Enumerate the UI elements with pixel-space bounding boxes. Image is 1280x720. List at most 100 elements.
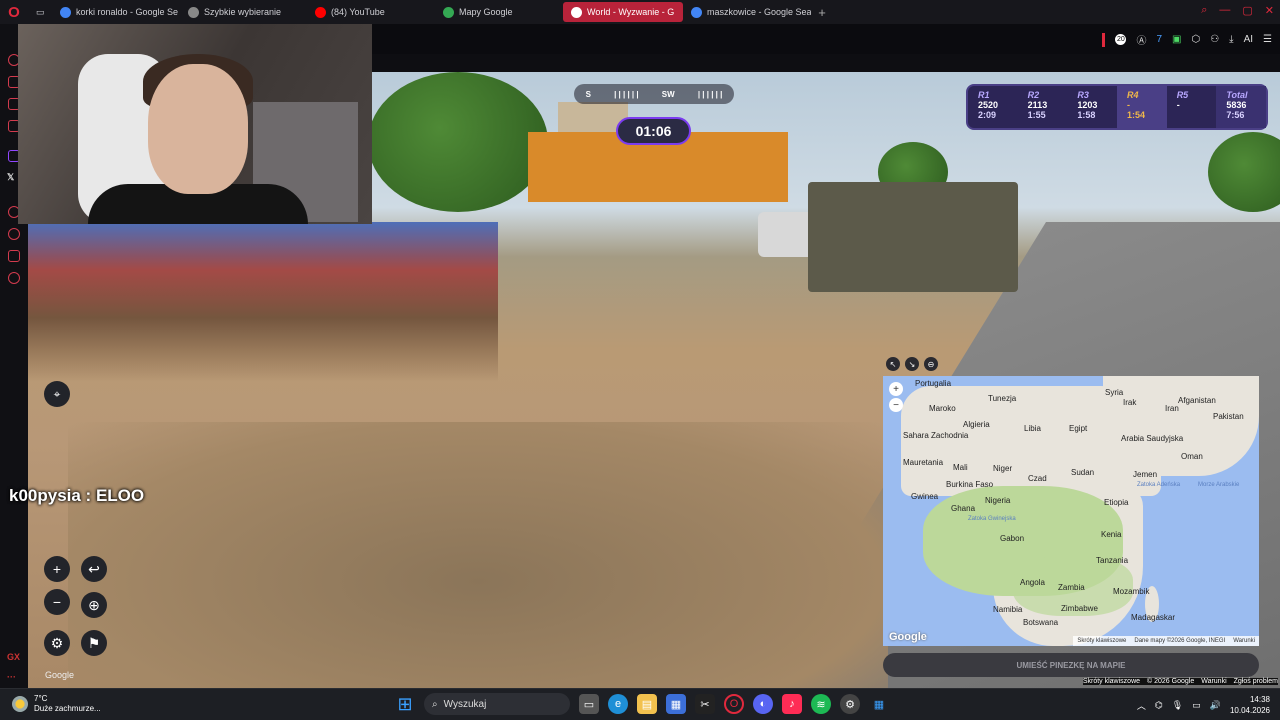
place-pin-button[interactable]: UMIEŚĆ PINEZKĘ NA MAPIE (883, 653, 1259, 677)
green-extension-icon[interactable]: ▣ (1172, 34, 1181, 45)
map-zoom-in[interactable]: + (889, 382, 903, 396)
task-view-icon[interactable]: ▭ (579, 694, 599, 714)
map-country-label: Zambia (1058, 583, 1085, 592)
discord-icon[interactable]: ◐ (753, 694, 773, 714)
weather-widget[interactable]: 7°C Duże zachmurze... (12, 694, 101, 714)
map-country-label: Mozambik (1113, 587, 1150, 596)
store-icon[interactable]: ▦ (666, 694, 686, 714)
map-country-label: Maroko (929, 404, 956, 413)
map-expand-icon[interactable]: ↖ (886, 357, 900, 371)
zoom-out-button[interactable]: − (44, 589, 70, 615)
terms-link[interactable]: © 2026 Google (1147, 678, 1194, 685)
close-icon[interactable]: ✕ (1265, 4, 1274, 17)
map-country-label: Czad (1028, 474, 1047, 483)
edge-icon[interactable]: e (608, 694, 628, 714)
extension-badge[interactable]: 20 (1115, 34, 1127, 45)
compass-ticks: | | | | | | (614, 89, 639, 99)
streamer-face (148, 64, 248, 194)
capcut-icon[interactable]: ✂ (695, 694, 715, 714)
speaker-icon[interactable]: 🔊 (1210, 700, 1221, 711)
gx-icon[interactable]: GX (7, 652, 20, 662)
terms-link[interactable]: Skróty klawiszowe (1083, 678, 1140, 685)
browser-tab[interactable]: Mapy Google (435, 0, 563, 24)
compass-right: SW (661, 89, 675, 99)
window-controls: ⌕ — ▢ ✕ (1201, 4, 1274, 17)
clock[interactable]: 14:38 10.04.2026 (1230, 694, 1270, 716)
menu-icon[interactable]: ☰ (1263, 34, 1272, 45)
opera-gx-icon[interactable]: O (724, 694, 744, 714)
windows-start-icon[interactable]: ⊞ (395, 694, 415, 714)
ground-shadow (68, 422, 888, 688)
browser-tab[interactable]: World - Wyzwanie - G (563, 2, 683, 22)
clock-date: 10.04.2026 (1229, 706, 1270, 715)
search-icon: ⌕ (432, 698, 438, 710)
browser-tab[interactable]: korki ronaldo - Google Se (52, 0, 180, 24)
taskbar-search[interactable]: ⌕ Wyszukaj (424, 693, 570, 715)
round-label: R4 (1127, 90, 1139, 100)
profile-icon[interactable]: ⚇ (1210, 34, 1219, 45)
spotify-icon[interactable]: ≋ (811, 694, 831, 714)
puzzle-icon[interactable]: ⬡ (1191, 34, 1200, 45)
flag-icon[interactable]: ⚑ (81, 630, 107, 656)
microphone-icon[interactable]: 🎙 (1172, 700, 1183, 711)
return-to-start-button[interactable]: ⊕ (81, 592, 107, 618)
minimize-icon[interactable]: — (1219, 4, 1230, 17)
terms-link[interactable]: Zgłoś problem (1234, 678, 1278, 685)
onedrive-icon[interactable]: ⌬ (1155, 700, 1163, 711)
map-country-label: Oman (1181, 452, 1203, 461)
opera-logo-icon[interactable]: O (0, 0, 28, 24)
guess-map[interactable]: + − Google Skróty klawiszowe Dane mapy ©2… (883, 376, 1259, 646)
map-country-label: Madagaskar (1131, 613, 1176, 622)
map-footer-link[interactable]: Warunki (1233, 638, 1255, 644)
tab-title: Mapy Google (459, 7, 513, 17)
round-time: 7:56 (1226, 110, 1245, 120)
map-shrink-icon[interactable]: ↘ (905, 357, 919, 371)
windows-taskbar: 7°C Duże zachmurze... ⊞ ⌕ Wyszukaj ▭ e ▤… (0, 688, 1280, 720)
round-label: R3 (1077, 90, 1089, 100)
maximize-icon[interactable]: ▢ (1242, 4, 1252, 17)
browser-tab[interactable]: (84) YouTube (307, 0, 435, 24)
map-footer-link[interactable]: Dane mapy ©2026 Google, INEGI (1134, 638, 1225, 644)
search-placeholder: Wyszukaj (443, 698, 487, 710)
map-country-label: Sahara Zachodnia (903, 431, 969, 440)
round-score: R5- (1167, 86, 1217, 128)
map-country-label: Botswana (1023, 618, 1059, 627)
x-icon[interactable]: 𝕏 (7, 172, 14, 183)
zoom-in-button[interactable]: + (44, 556, 70, 582)
display-icon[interactable]: ▭ (1192, 700, 1201, 711)
browser-tab[interactable]: Szybkie wybieranie (180, 0, 307, 24)
extensions-icon[interactable] (8, 250, 20, 262)
ai-button[interactable]: AI (1244, 34, 1253, 45)
map-country-label: Libia (1024, 424, 1041, 433)
history-icon[interactable] (8, 228, 20, 240)
map-footer-link[interactable]: Skróty klawiszowe (1077, 638, 1126, 644)
round-score: 2113 (1027, 100, 1048, 110)
seven-extension-icon[interactable]: 7 (1156, 34, 1162, 45)
steelseries-icon[interactable]: ⚙ (840, 694, 860, 714)
browser-tab[interactable]: maszkowice - Google Sea (683, 0, 811, 24)
chevron-up-icon[interactable]: ︿ (1137, 699, 1146, 712)
map-zoom-out[interactable]: − (889, 398, 903, 412)
a-extension-icon[interactable]: Ⓐ (1136, 32, 1146, 47)
undo-button[interactable]: ↩ (81, 556, 107, 582)
map-water-label: Zatoka Adeńska (1137, 482, 1181, 488)
settings-icon[interactable] (8, 272, 20, 284)
map-country-label: Tanzania (1096, 556, 1129, 565)
clock-time: 14:38 (1249, 695, 1270, 704)
map-country-label: Namibia (993, 605, 1023, 614)
location-pin-button[interactable]: ⌖ (44, 381, 70, 407)
apps-grid-icon[interactable]: ▦ (869, 694, 889, 714)
settings-gear-icon[interactable]: ⚙ (44, 630, 70, 656)
search-icon[interactable]: ⌕ (1201, 4, 1207, 17)
download-icon[interactable]: ⤓ (1229, 34, 1233, 45)
file-explorer-icon[interactable]: ▤ (637, 694, 657, 714)
tab-title: Szybkie wybieranie (204, 7, 282, 17)
tiktok-icon[interactable]: ♪ (782, 694, 802, 714)
more-icon[interactable]: ··· (7, 672, 16, 682)
tab-title: korki ronaldo - Google Se (76, 7, 179, 17)
map-country-label: Portugalia (915, 379, 952, 388)
terms-link[interactable]: Warunki (1201, 678, 1226, 685)
new-tab-button[interactable]: + (811, 5, 833, 20)
map-pin-icon[interactable]: ⊖ (924, 357, 938, 371)
tab-switcher-icon[interactable]: ▭ (28, 0, 52, 24)
